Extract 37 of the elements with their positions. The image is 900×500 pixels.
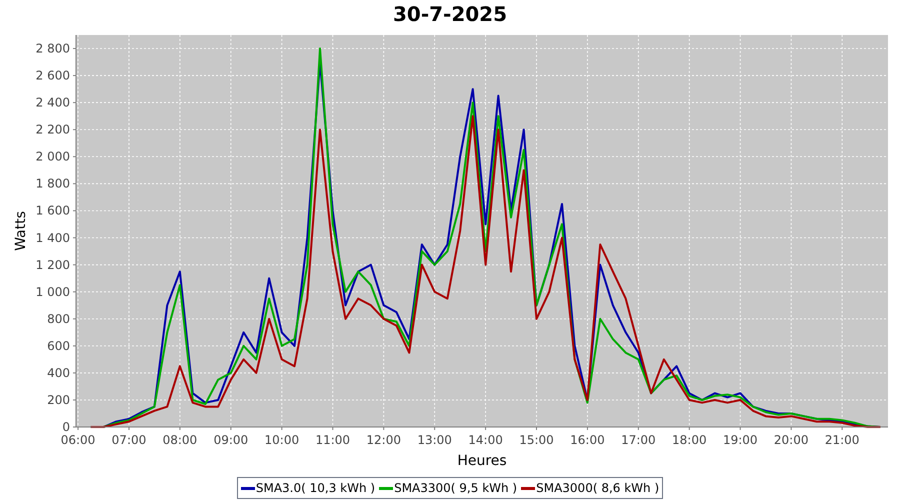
x-tick-label: 20:00 bbox=[774, 433, 808, 447]
x-tick-label: 12:00 bbox=[366, 433, 401, 447]
y-tick-label: 2 600 bbox=[36, 68, 70, 83]
x-tick-label: 13:00 bbox=[417, 433, 452, 447]
y-tick-label: 200 bbox=[47, 392, 70, 407]
x-tick-label: 16:00 bbox=[570, 433, 605, 447]
y-tick-label: 2 800 bbox=[36, 42, 70, 56]
x-axis-title: Heures bbox=[457, 453, 507, 469]
y-tick-label: 0 bbox=[62, 420, 70, 434]
x-tick-label: 15:00 bbox=[519, 433, 554, 447]
x-tick-label: 17:00 bbox=[621, 433, 656, 447]
y-tick-label: 1 600 bbox=[36, 204, 70, 218]
legend-label: SMA3000( 8,6 kWh ) bbox=[536, 480, 660, 497]
y-tick-label: 1 400 bbox=[36, 230, 70, 245]
x-tick-label: 10:00 bbox=[264, 433, 300, 447]
x-tick-label: 06:00 bbox=[60, 433, 96, 447]
x-tick-label: 09:00 bbox=[214, 433, 248, 447]
x-tick-label: 18:00 bbox=[672, 433, 707, 447]
x-tick-label: 08:00 bbox=[162, 433, 198, 447]
y-tick-label: 800 bbox=[47, 312, 70, 326]
y-axis-title: Watts bbox=[13, 211, 29, 251]
x-tick-label: 21:00 bbox=[824, 433, 860, 447]
y-tick-label: 1 200 bbox=[36, 258, 70, 272]
chart-title: 30-7-2025 bbox=[392, 1, 507, 28]
x-tick-label: 07:00 bbox=[112, 433, 146, 447]
legend-label: SMA3.0( 10,3 kWh ) bbox=[256, 480, 376, 497]
y-tick-label: 400 bbox=[47, 366, 70, 380]
y-tick-label: 1 000 bbox=[36, 284, 70, 299]
x-tick-label: 11:00 bbox=[315, 433, 350, 447]
y-tick-label: 600 bbox=[47, 338, 70, 353]
x-tick-label: 14:00 bbox=[468, 433, 503, 447]
x-tick-label: 19:00 bbox=[722, 433, 758, 447]
y-tick-label: 2 400 bbox=[36, 96, 70, 110]
y-tick-label: 2 000 bbox=[36, 150, 70, 164]
y-tick-label: 2 200 bbox=[36, 122, 70, 137]
legend-label: SMA3300( 9,5 kWh ) bbox=[394, 480, 518, 497]
y-tick-label: 1 800 bbox=[36, 176, 70, 191]
